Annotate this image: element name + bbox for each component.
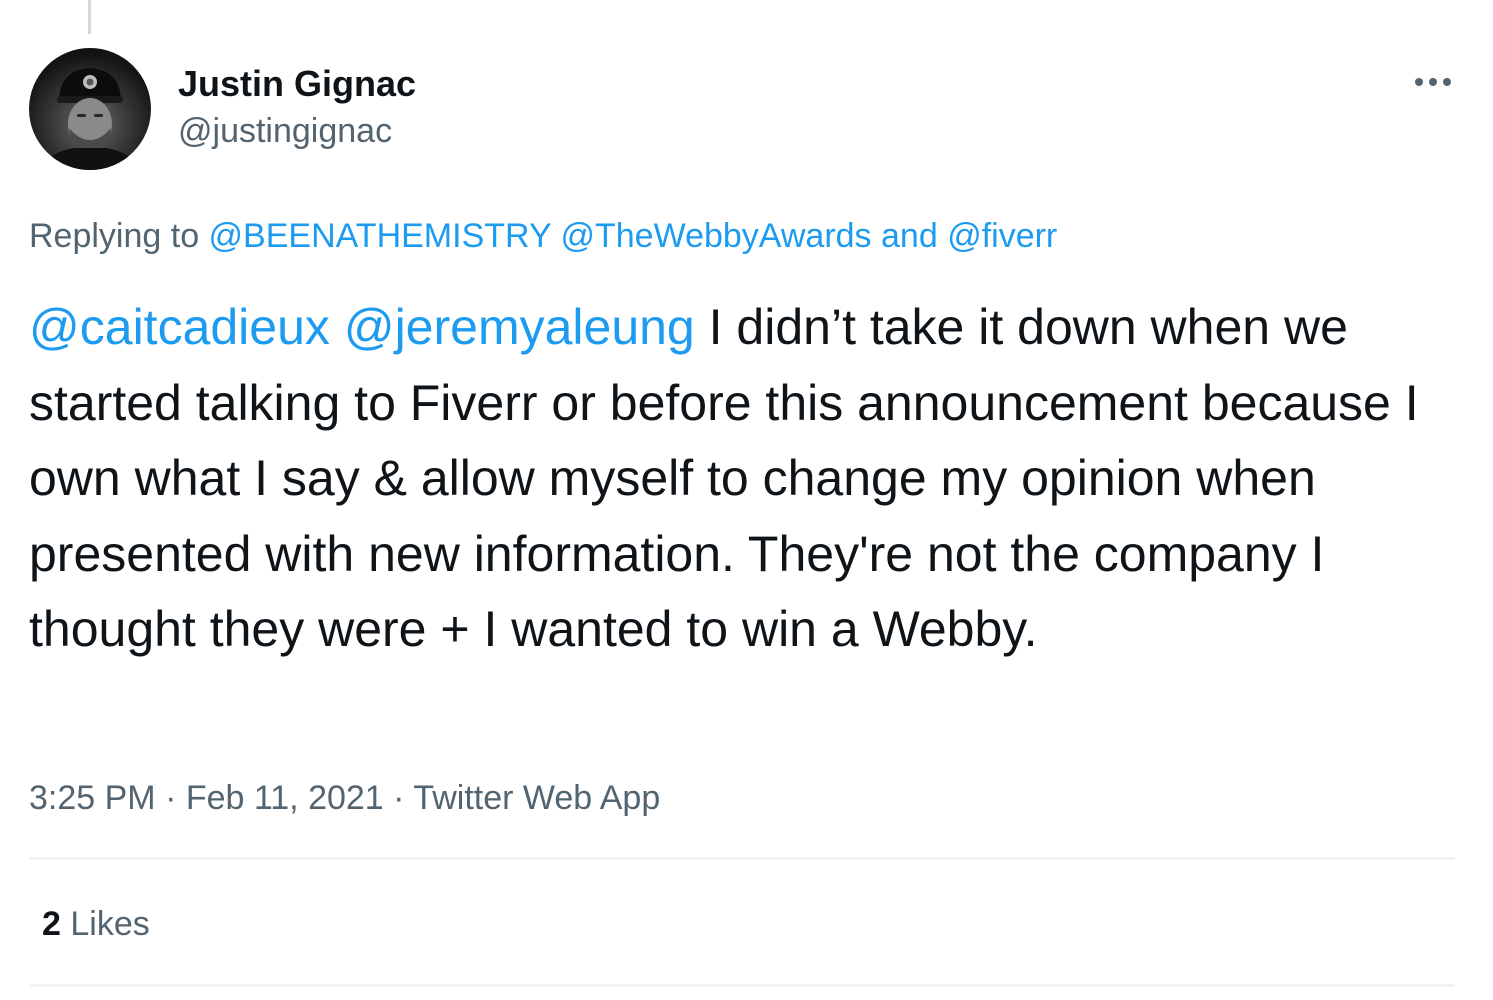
tweet-mention-jeremyaleung[interactable]: @jeremyaleung [344,299,695,355]
tweet-source[interactable]: Twitter Web App [413,779,660,817]
more-horizontal-icon [1415,78,1451,86]
tweet-metadata: 3:25 PM · Feb 11, 2021 · Twitter Web App [29,776,660,820]
author-name[interactable]: Justin Gignac [178,62,416,106]
divider [29,857,1455,860]
likes-label: Likes [70,905,150,943]
author-handle[interactable]: @justingignac [178,110,392,152]
tweet-mention-caitcadieux[interactable]: @caitcadieux [29,299,330,355]
reply-conjunction: and [871,217,948,255]
reply-mention-beenathemistry[interactable]: @BEENATHEMISTRY [209,217,551,255]
meta-separator: · [155,779,186,817]
thread-connector-line [88,0,91,34]
reply-mention-thewebbyawards[interactable]: @TheWebbyAwards [560,217,871,255]
likes-count-link[interactable]: 2 Likes [42,902,150,946]
avatar[interactable] [29,48,151,170]
replying-to-prefix: Replying to [29,217,209,255]
meta-separator: · [383,779,414,817]
replying-to-line: Replying to @BEENATHEMISTRY @TheWebbyAwa… [29,214,1057,258]
tweet-time[interactable]: 3:25 PM [29,779,156,817]
tweet-date[interactable]: Feb 11, 2021 [186,779,384,817]
likes-count: 2 [42,905,61,943]
divider [29,984,1455,987]
profile-photo-icon [39,68,141,170]
reply-mention-fiverr[interactable]: @fiverr [947,217,1057,255]
more-options-button[interactable] [1405,60,1461,104]
tweet-text: @caitcadieux @jeremyaleung I didn’t take… [29,290,1469,668]
